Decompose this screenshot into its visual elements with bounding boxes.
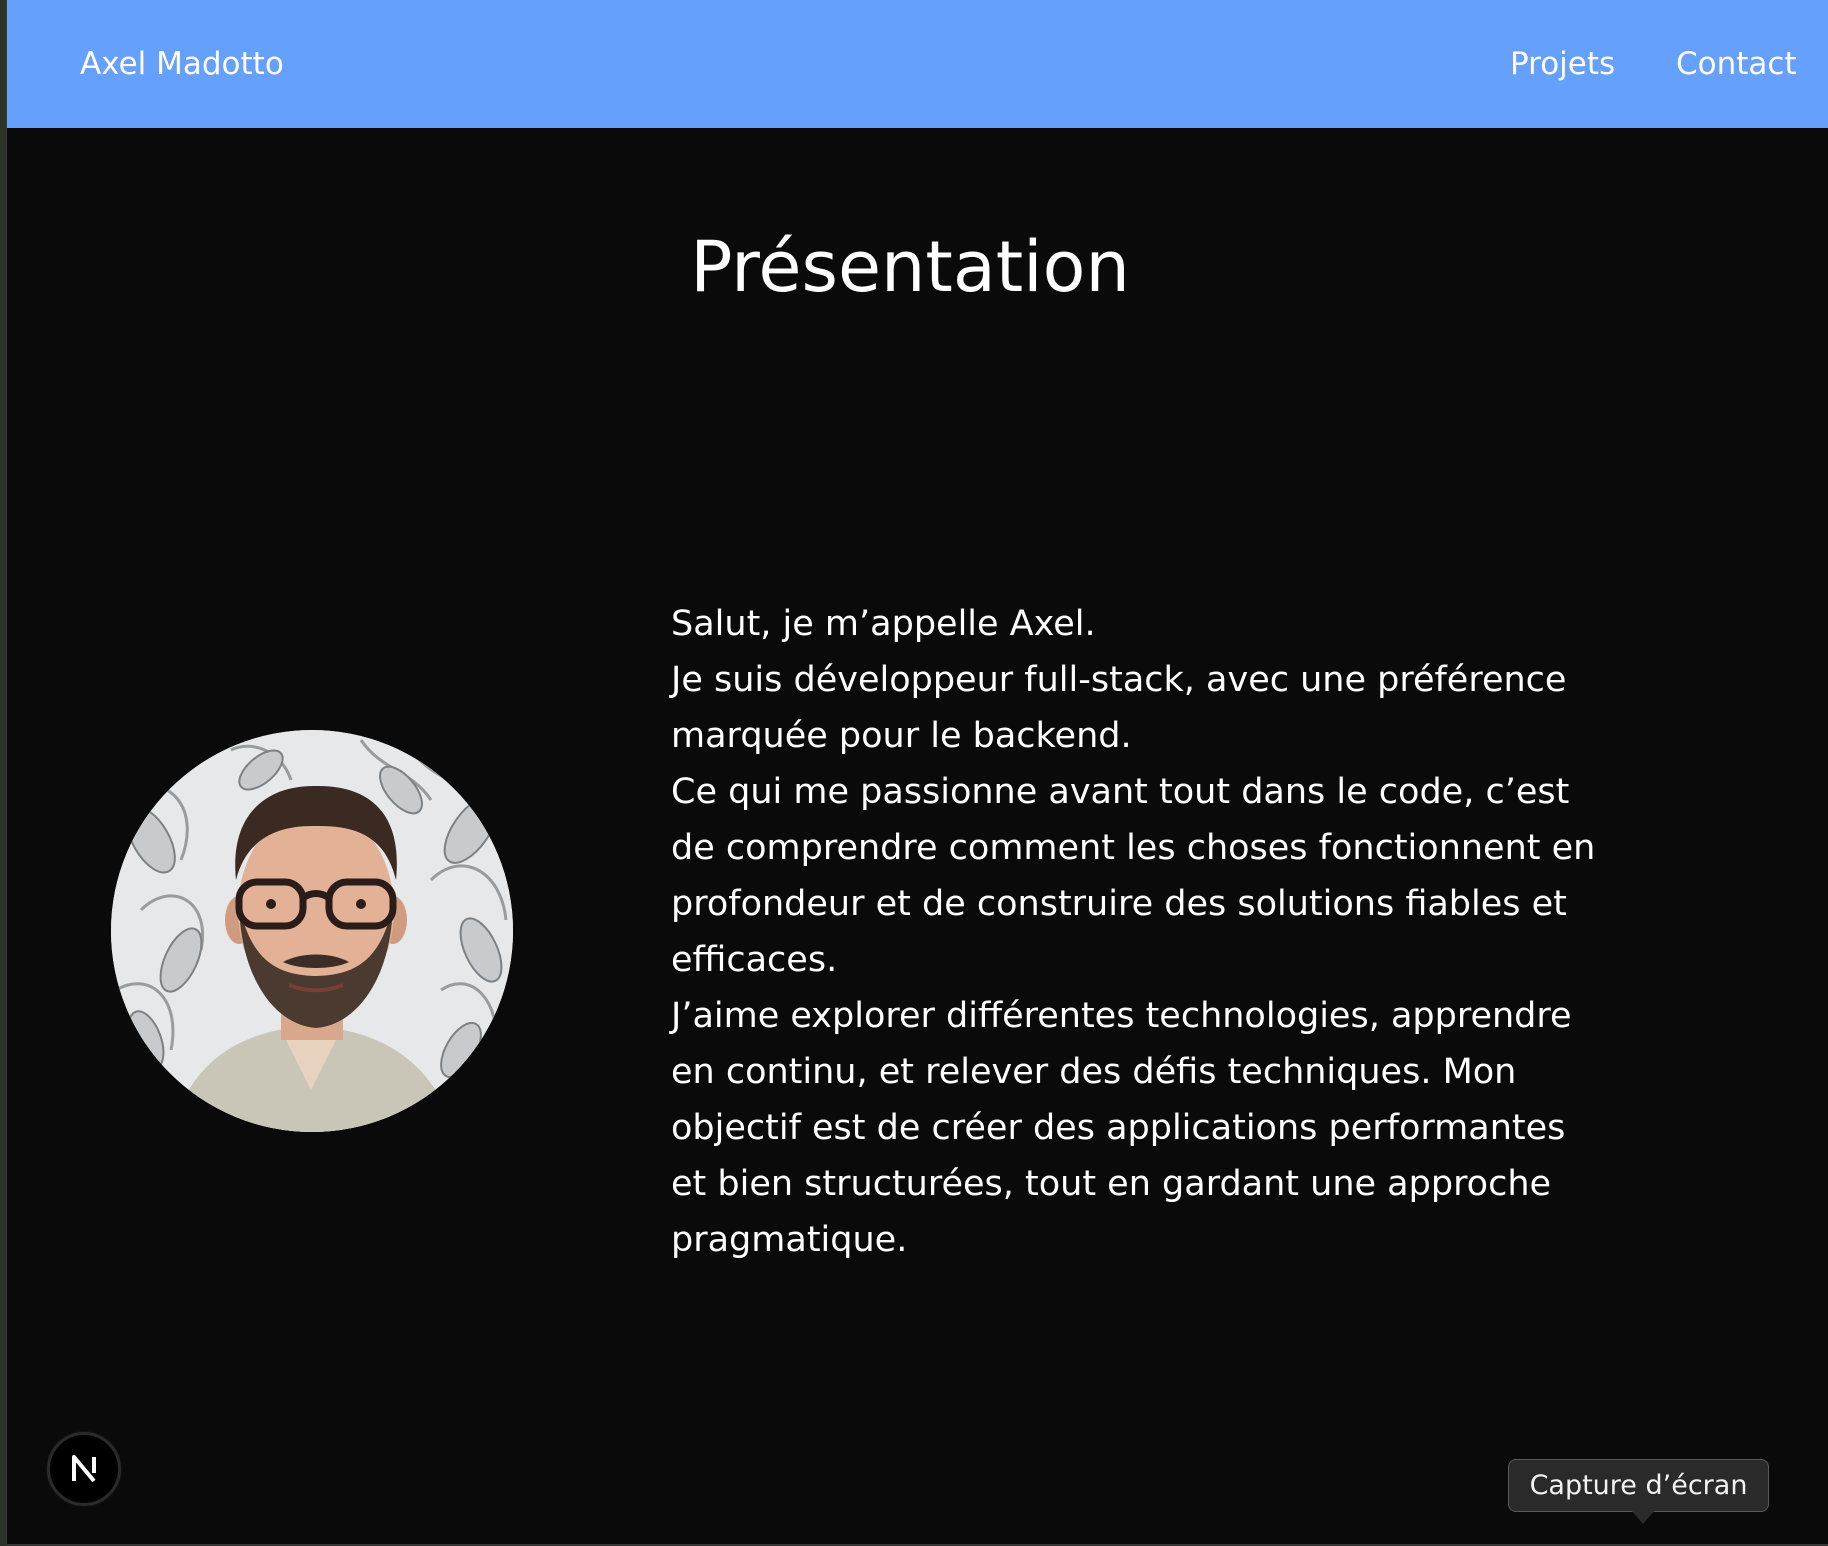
- bio-paragraph: Ce qui me passionne avant tout dans le c…: [671, 772, 1596, 980]
- nextjs-letter: N: [50, 1435, 62, 1439]
- brand-link[interactable]: Axel Madotto: [80, 44, 284, 84]
- bio-paragraph: Je suis développeur full-stack, avec une…: [671, 660, 1567, 756]
- page-title: Présentation: [7, 222, 1828, 312]
- navbar: Axel Madotto Projets Contact: [7, 0, 1828, 128]
- nav-link-projets[interactable]: Projets: [1510, 44, 1615, 84]
- nextjs-dev-badge[interactable]: N: [47, 1432, 121, 1506]
- browser-window: Axel Madotto Projets Contact Présentatio…: [6, 0, 1828, 1545]
- avatar: [111, 730, 513, 1132]
- tooltip-arrow: [1631, 1510, 1655, 1524]
- bio-text: Salut, je m’appelle Axel. Je suis dévelo…: [671, 596, 1611, 1268]
- screenshot-tooltip: Capture d’écran: [1508, 1459, 1769, 1512]
- page-title-text: Présentation: [690, 226, 1130, 308]
- bio-paragraph: Salut, je m’appelle Axel.: [671, 604, 1096, 644]
- bio-paragraph: J’aime explorer différentes technologies…: [671, 996, 1572, 1260]
- avatar-photo: [111, 730, 513, 1132]
- nav-link-contact[interactable]: Contact: [1676, 44, 1797, 84]
- nextjs-icon: N: [50, 1435, 96, 1483]
